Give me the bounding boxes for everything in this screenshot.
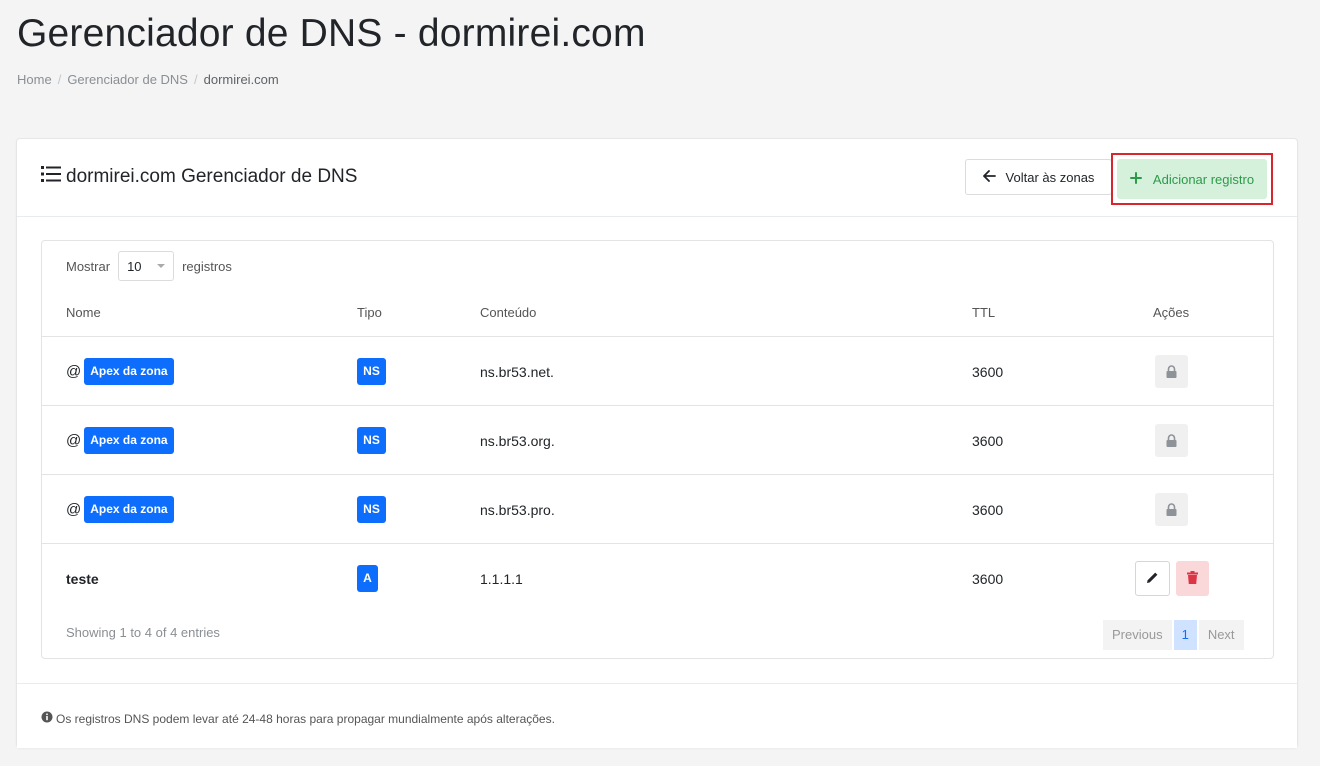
record-content: 1.1.1.1	[480, 570, 523, 587]
chevron-down-icon	[157, 264, 166, 268]
record-content: ns.br53.org.	[480, 432, 555, 449]
record-ttl: 3600	[972, 501, 1004, 518]
back-to-zones-label: Voltar às zonas	[1005, 169, 1095, 185]
apex-badge: Apex da zona	[84, 427, 174, 454]
record-ttl: 3600	[972, 570, 1004, 587]
column-header-actions: Ações	[1153, 305, 1190, 320]
table-row: @ Apex da zona NS ns.br53.org. 3600	[42, 406, 1273, 475]
record-name-prefix: @	[66, 501, 82, 518]
record-actions	[1155, 337, 1188, 406]
card-title: dormirei.com Gerenciador de DNS	[41, 165, 357, 189]
card-header: dormirei.com Gerenciador de DNS Voltar à…	[17, 139, 1297, 217]
record-ttl: 3600	[972, 432, 1004, 449]
record-name-prefix: @	[66, 432, 82, 449]
record-actions	[1135, 544, 1209, 613]
type-badge: NS	[357, 358, 386, 385]
add-record-button[interactable]: Adicionar registro	[1117, 159, 1267, 199]
record-type: A	[357, 544, 378, 613]
page-size-select[interactable]: 10	[118, 251, 175, 281]
edit-record-button[interactable]	[1135, 561, 1170, 596]
show-label: Mostrar	[66, 258, 111, 274]
records-table-container: Mostrar 10 registros Nome Tipo Conteúdo …	[41, 240, 1274, 659]
column-header-content[interactable]: Conteúdo	[480, 305, 536, 320]
lock-icon	[1155, 355, 1188, 388]
record-type: NS	[357, 337, 386, 406]
record-name-prefix: @	[66, 363, 82, 380]
record-actions	[1155, 475, 1188, 544]
table-row: @ Apex da zona NS ns.br53.net. 3600	[42, 337, 1273, 406]
records-label: registros	[182, 258, 232, 274]
record-type: NS	[357, 475, 386, 544]
record-name: @ Apex da zona	[66, 406, 174, 475]
plus-icon	[1129, 171, 1153, 187]
breadcrumb-home[interactable]: Home	[17, 72, 52, 87]
record-content: ns.br53.pro.	[480, 501, 555, 518]
trash-icon	[1187, 570, 1198, 587]
page-title: Gerenciador de DNS - dormirei.com	[17, 12, 646, 55]
add-record-label: Adicionar registro	[1152, 171, 1255, 187]
pagination-previous[interactable]: Previous	[1103, 620, 1172, 650]
column-header-name[interactable]: Nome	[66, 305, 101, 320]
record-ttl: 3600	[972, 363, 1004, 380]
pagination-page-1[interactable]: 1	[1173, 620, 1197, 650]
lock-icon	[1155, 424, 1188, 457]
delete-record-button[interactable]	[1176, 561, 1209, 596]
add-record-highlight: Adicionar registro	[1111, 153, 1273, 205]
page-size-value: 10	[127, 258, 142, 274]
propagation-note: Os registros DNS podem levar até 24-48 h…	[41, 711, 555, 726]
type-badge: NS	[357, 496, 386, 523]
dns-manager-card: dormirei.com Gerenciador de DNS Voltar à…	[16, 138, 1298, 748]
table-row: @ Apex da zona NS ns.br53.pro. 3600	[42, 475, 1273, 544]
record-name: @ Apex da zona	[66, 337, 174, 406]
apex-badge: Apex da zona	[84, 358, 174, 385]
list-icon	[41, 165, 66, 189]
pagination-next[interactable]: Next	[1198, 620, 1244, 650]
back-to-zones-button[interactable]: Voltar às zonas	[965, 159, 1112, 195]
type-badge: NS	[357, 427, 386, 454]
arrow-left-icon	[982, 169, 1006, 185]
info-circle-icon	[41, 711, 56, 726]
apex-badge: Apex da zona	[84, 496, 174, 523]
pagination: Previous 1 Next	[1103, 620, 1244, 650]
card-title-text: dormirei.com Gerenciador de DNS	[66, 166, 358, 187]
breadcrumb-dns-manager[interactable]: Gerenciador de DNS	[67, 72, 188, 87]
breadcrumb-current: dormirei.com	[203, 72, 279, 87]
record-type: NS	[357, 406, 386, 475]
record-name: teste	[66, 570, 99, 587]
column-header-ttl[interactable]: TTL	[972, 305, 995, 320]
pencil-icon	[1146, 571, 1159, 587]
type-badge: A	[357, 565, 378, 592]
breadcrumb: Home / Gerenciador de DNS / dormirei.com	[17, 72, 279, 87]
page-size-control: Mostrar 10 registros	[66, 251, 232, 281]
breadcrumb-separator: /	[57, 72, 62, 87]
record-content: ns.br53.net.	[480, 363, 554, 380]
table-row: teste A 1.1.1.1 3600	[42, 544, 1273, 613]
table-info: Showing 1 to 4 of 4 entries	[66, 625, 220, 640]
card-footer: Os registros DNS podem levar até 24-48 h…	[17, 683, 1297, 748]
propagation-note-text: Os registros DNS podem levar até 24-48 h…	[56, 711, 555, 726]
lock-icon	[1155, 493, 1188, 526]
record-name: @ Apex da zona	[66, 475, 174, 544]
breadcrumb-separator: /	[193, 72, 198, 87]
record-actions	[1155, 406, 1188, 475]
column-header-type[interactable]: Tipo	[357, 305, 382, 320]
